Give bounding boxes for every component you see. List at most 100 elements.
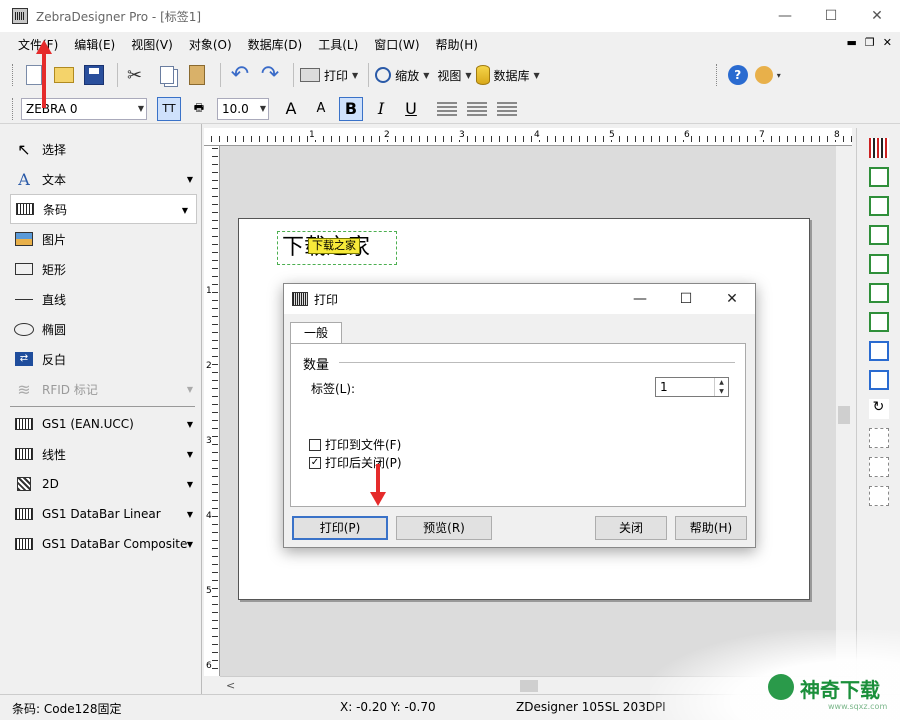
align-center-icon[interactable]	[467, 101, 487, 116]
bold-icon: B	[344, 99, 358, 118]
group-icon[interactable]	[868, 428, 889, 448]
toolbar-grip[interactable]	[12, 64, 15, 86]
tool-gs1-databar-linear[interactable]: GS1 DataBar Linear ▼	[0, 499, 201, 529]
tool-barcode[interactable]: 条码 ▼	[10, 194, 197, 224]
minimize-icon[interactable]: —	[762, 0, 808, 32]
align-vertical-center-icon[interactable]	[868, 283, 889, 303]
menu-database[interactable]: 数据库(D)	[240, 36, 311, 53]
tool-linear[interactable]: 线性 ▼	[0, 439, 201, 469]
bold-button[interactable]: B	[339, 96, 363, 121]
cut-button[interactable]: ✂	[124, 61, 150, 89]
ungroup-icon[interactable]	[868, 457, 889, 477]
pens-icon[interactable]	[868, 138, 889, 158]
database-button[interactable]: 数据库 ▼	[475, 61, 540, 89]
spin-buttons[interactable]: ▲ ▼	[714, 378, 728, 396]
print-button[interactable]: 打印(P)	[292, 516, 388, 540]
align-right-edges-icon[interactable]	[868, 225, 889, 245]
preview-button[interactable]: 预览(R)	[396, 516, 492, 540]
menu-tools[interactable]: 工具(L)	[310, 36, 366, 53]
menu-edit[interactable]: 编辑(E)	[66, 36, 123, 53]
tool-linear-label: 线性	[42, 447, 67, 462]
align-horizontal-center-icon[interactable]	[868, 196, 889, 216]
open-button[interactable]	[51, 61, 77, 89]
tool-rectangle[interactable]: 矩形	[0, 254, 201, 284]
rotate-icon[interactable]: ↻	[868, 399, 889, 419]
menu-view[interactable]: 视图(V)	[123, 36, 181, 53]
toolbar-separator	[293, 63, 294, 87]
minimize-icon[interactable]: —	[617, 284, 663, 314]
paste-button[interactable]	[184, 61, 210, 89]
print-button[interactable]: 打印 ▼	[300, 61, 358, 89]
dialog-body: 一般 数量 标签(L): 1 ▲ ▼ 打印到文件(F) ✓ 打印后关闭(P) 打印…	[284, 314, 755, 547]
scrollbar-thumb[interactable]	[838, 406, 850, 424]
copy-button[interactable]	[154, 61, 180, 89]
maximize-icon[interactable]: ☐	[808, 0, 854, 32]
align-top-edges-icon[interactable]	[868, 254, 889, 274]
toolbar-grip[interactable]	[12, 97, 15, 120]
tool-rfid[interactable]: ≋ RFID 标记 ▼	[0, 374, 201, 404]
space-vertical-icon[interactable]	[868, 370, 889, 390]
tab-general[interactable]: 一般	[290, 322, 342, 344]
labels-quantity-stepper[interactable]: 1 ▲ ▼	[655, 377, 729, 397]
tool-text[interactable]: A 文本 ▼	[0, 164, 201, 194]
barcode-icon	[14, 535, 34, 553]
maximize-icon[interactable]: ☐	[663, 284, 709, 314]
menu-help[interactable]: 帮助(H)	[428, 36, 486, 53]
align-right-icon[interactable]	[497, 101, 517, 116]
tool-gs1-ean[interactable]: GS1 (EAN.UCC) ▼	[0, 409, 201, 439]
barcode-icon	[14, 445, 34, 463]
close-icon[interactable]: ✕	[854, 0, 900, 32]
scroll-left-icon[interactable]: <	[226, 679, 235, 692]
printer-font-button[interactable]: 🖶	[187, 97, 211, 121]
redo-button[interactable]: ↷	[257, 61, 283, 89]
close-icon[interactable]: ✕	[709, 284, 755, 314]
help-button[interactable]: ?	[725, 61, 751, 89]
italic-button[interactable]: I	[369, 97, 393, 121]
space-horizontal-icon[interactable]	[868, 341, 889, 361]
properties-icon[interactable]	[868, 486, 889, 506]
users-button[interactable]: ▾	[754, 61, 781, 89]
printer-select-value: ZEBRA 0	[26, 101, 78, 116]
help-icon: ?	[727, 65, 748, 85]
undo-button[interactable]: ↶	[227, 61, 253, 89]
close-button[interactable]: 关闭	[595, 516, 667, 540]
zoom-label: 缩放	[395, 68, 420, 83]
ruler-tick: 5	[206, 586, 212, 596]
print-to-file-checkbox[interactable]: 打印到文件(F)	[309, 436, 401, 453]
label-text-object[interactable]: 下载之家 下载之家	[277, 231, 397, 265]
view-button[interactable]: 视图 ▼	[433, 61, 471, 89]
tool-picture[interactable]: 图片	[0, 224, 201, 254]
font-size-select[interactable]: 10.0 ▼	[217, 97, 269, 120]
tool-line[interactable]: 直线	[0, 284, 201, 314]
tool-gs1-databar-composite[interactable]: GS1 DataBar Composite ▼	[0, 529, 201, 559]
tool-text-label: 文本	[42, 172, 67, 187]
grow-font-button[interactable]: A	[279, 97, 303, 121]
database-icon	[475, 65, 490, 85]
mdi-restore-icon[interactable]: ❐	[865, 36, 875, 49]
close-after-print-checkbox[interactable]: ✓ 打印后关闭(P)	[309, 454, 402, 471]
help-button[interactable]: 帮助(H)	[675, 516, 747, 540]
zoom-button[interactable]: 缩放 ▼	[375, 61, 429, 89]
underline-button[interactable]: U	[399, 97, 423, 121]
align-left-edges-icon[interactable]	[868, 167, 889, 187]
menu-object[interactable]: 对象(O)	[181, 36, 240, 53]
scrollbar-thumb[interactable]	[520, 680, 538, 692]
status-selected-object: 条码: Code128固定	[12, 702, 122, 716]
vertical-scrollbar[interactable]	[836, 146, 852, 676]
tool-select[interactable]: ↖ 选择	[0, 134, 201, 164]
tool-inverse[interactable]: ⇄ 反白	[0, 344, 201, 374]
shrink-font-button[interactable]: A	[309, 97, 333, 121]
align-left-icon[interactable]	[437, 101, 457, 116]
truetype-font-button[interactable]: TT	[157, 96, 181, 121]
menu-window[interactable]: 窗口(W)	[366, 36, 427, 53]
mdi-close-icon[interactable]: ✕	[883, 36, 892, 49]
mdi-minimize-icon[interactable]: ▬	[847, 36, 857, 49]
printer-select[interactable]: ZEBRA 0 ▼	[21, 97, 147, 120]
align-bottom-edges-icon[interactable]	[868, 312, 889, 332]
close-after-print-label: 打印后关闭(P)	[325, 456, 402, 470]
save-button[interactable]	[81, 61, 107, 89]
tool-2d[interactable]: 2D ▼	[0, 469, 201, 499]
toolbar-grip[interactable]	[715, 64, 719, 86]
status-coordinates: X: -0.20 Y: -0.70	[340, 700, 436, 714]
tool-ellipse[interactable]: 椭圆	[0, 314, 201, 344]
